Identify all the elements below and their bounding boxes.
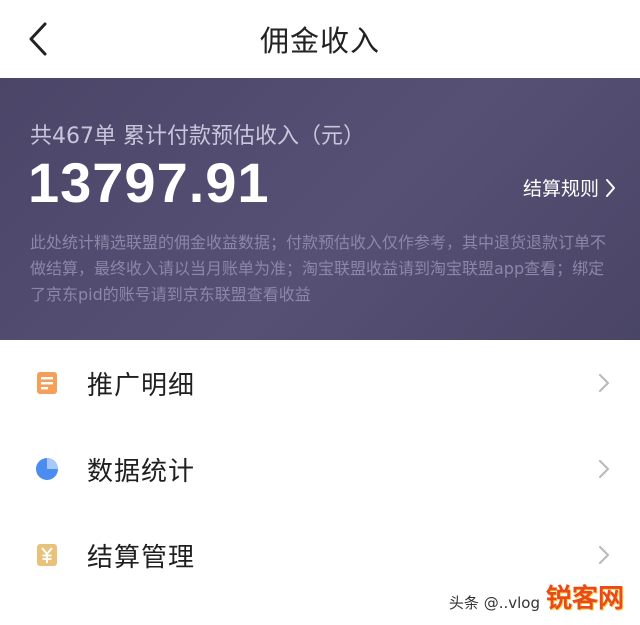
watermark-logo: 锐客网	[545, 584, 624, 614]
menu-item-data-statistics[interactable]: 数据统计	[0, 426, 640, 512]
yen-icon	[35, 543, 59, 567]
document-icon	[35, 371, 59, 395]
commission-income-page: 佣金收入 共467单 累计付款预估收入（元） 13797.91 结算规则 此处统…	[0, 0, 640, 625]
settlement-rules-link[interactable]: 结算规则	[523, 174, 616, 201]
menu-item-label: 结算管理	[87, 542, 196, 573]
watermark-credit: 头条 @..vlog	[448, 594, 540, 612]
page-title: 佣金收入	[259, 24, 380, 58]
chevron-right-icon	[606, 178, 615, 197]
settlement-rules-label: 结算规则	[522, 178, 599, 200]
top-nav-bar: 佣金收入	[0, 0, 640, 78]
chevron-right-icon	[598, 373, 610, 393]
chevron-right-icon	[598, 545, 610, 565]
menu-item-promotion-details[interactable]: 推广明细	[0, 340, 640, 426]
pie-chart-icon	[35, 457, 59, 481]
menu-item-label: 推广明细	[87, 370, 196, 401]
income-summary-card: 共467单 累计付款预估收入（元） 13797.91 结算规则 此处统计精选联盟…	[0, 78, 640, 340]
chevron-right-icon	[598, 459, 610, 479]
income-explanation-note: 此处统计精选联盟的佣金收益数据；付款预估收入仅作参考，其中退货退款订单不做结算，…	[30, 233, 607, 304]
menu-list: 推广明细 数据统计 结算管理	[0, 340, 640, 598]
watermark: 头条 @..vlog 锐客网	[449, 578, 624, 615]
order-count-caption: 共467单 累计付款预估收入（元）	[30, 124, 365, 149]
estimated-income-amount: 13797.91	[28, 151, 270, 214]
menu-item-label: 数据统计	[87, 456, 196, 487]
